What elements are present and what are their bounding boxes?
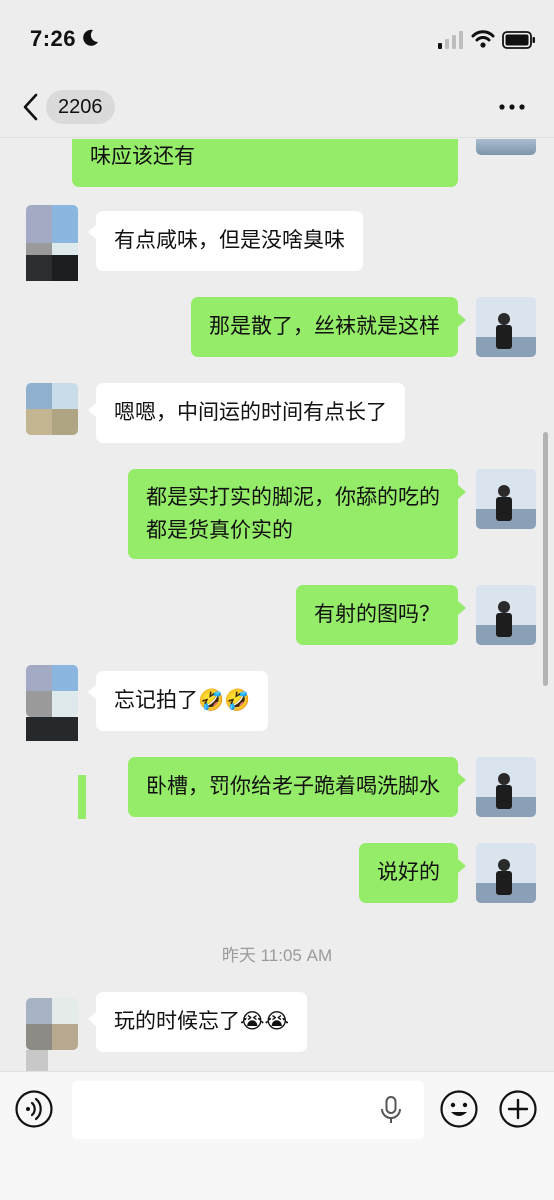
- wifi-icon: [471, 30, 495, 48]
- contact-avatar[interactable]: [26, 665, 78, 717]
- battery-icon: [502, 31, 535, 49]
- message-bubble-outgoing[interactable]: 都是实打实的脚泥，你舔的吃的 都是货真价实的: [128, 469, 458, 559]
- bubble-tail: [88, 225, 96, 239]
- more-dots-icon[interactable]: [498, 102, 526, 112]
- status-time: 7:26: [30, 26, 77, 51]
- my-avatar[interactable]: [476, 585, 536, 645]
- person-photo: [476, 585, 536, 645]
- bubble-tail: [458, 773, 466, 787]
- message-row: 嗯嗯，中间运的时间有点长了: [0, 383, 554, 445]
- emoji-laughing: 🤣🤣: [198, 688, 251, 712]
- person-photo: [476, 843, 536, 903]
- moon-icon: [83, 29, 98, 46]
- bubble-tail: [458, 859, 466, 873]
- chat-timestamp: 昨天 11:05 AM: [221, 946, 333, 965]
- message-row: 忘记拍了🤣🤣: [0, 665, 554, 745]
- bubble-tail: [458, 601, 466, 615]
- message-bubble-incoming[interactable]: 忘记拍了🤣🤣: [96, 671, 269, 731]
- chat-title[interactable]: 2206: [46, 90, 115, 124]
- message-bubble-incoming[interactable]: 嗯嗯，中间运的时间有点长了: [96, 383, 405, 443]
- message-text: 有点咸味，但是没啥臭味: [114, 228, 345, 252]
- emoji-icon[interactable]: [439, 1089, 479, 1129]
- bubble-tail: [458, 485, 466, 499]
- message-text: 说好的: [377, 860, 440, 884]
- microphone-icon[interactable]: [380, 1096, 402, 1124]
- message-text: 玩的时候忘了: [114, 1009, 240, 1033]
- message-text-line: 都是货真价实的: [146, 518, 293, 542]
- message-bubble-outgoing[interactable]: 味应该还有: [72, 139, 458, 187]
- bubble-tail: [88, 1012, 96, 1026]
- contact-avatar[interactable]: [26, 998, 78, 1050]
- message-bubble-incoming[interactable]: 玩的时候忘了😭😭: [96, 992, 308, 1052]
- bubble-tail: [88, 403, 96, 417]
- input-bar: [0, 1071, 554, 1200]
- my-avatar[interactable]: [476, 757, 536, 817]
- message-bubble-outgoing[interactable]: 那是散了，丝袜就是这样: [191, 297, 458, 357]
- message-text-line: 都是实打实的脚泥，你舔的吃的: [146, 485, 440, 509]
- message-text: 味应该还有: [90, 144, 195, 168]
- plus-icon[interactable]: [498, 1089, 538, 1129]
- message-row: 有射的图吗？: [0, 585, 554, 647]
- person-photo: [476, 757, 536, 817]
- message-text: 嗯嗯，中间运的时间有点长了: [114, 400, 387, 424]
- my-avatar[interactable]: [476, 843, 536, 903]
- bubble-tail: [88, 685, 96, 699]
- emoji-crying: 😭😭: [240, 1009, 290, 1033]
- bubble-tail: [458, 313, 466, 327]
- message-row: 玩的时候忘了😭😭: [0, 992, 554, 1071]
- person-photo: [476, 469, 536, 529]
- message-bubble-incoming[interactable]: 有点咸味，但是没啥臭味: [96, 211, 363, 271]
- signal-icon: [438, 31, 463, 49]
- my-avatar[interactable]: [476, 297, 536, 357]
- nav-bar: 2206: [0, 80, 554, 138]
- my-avatar[interactable]: [476, 139, 536, 155]
- message-bubble-outgoing[interactable]: 有射的图吗？: [296, 585, 458, 645]
- message-bubble-outgoing[interactable]: 卧槽，罚你给老子跪着喝洗脚水: [128, 757, 458, 817]
- message-text: 那是散了，丝袜就是这样: [209, 314, 440, 338]
- status-bar: 7:26: [0, 0, 554, 80]
- message-row: 味应该还有: [0, 139, 554, 189]
- message-input[interactable]: [72, 1081, 424, 1139]
- message-text: 忘记拍了: [114, 688, 198, 712]
- my-avatar[interactable]: [476, 469, 536, 529]
- voice-input-icon[interactable]: [14, 1089, 54, 1129]
- person-photo: [476, 297, 536, 357]
- contact-avatar[interactable]: [26, 383, 78, 435]
- message-bubble-outgoing[interactable]: 说好的: [359, 843, 458, 903]
- message-row: 都是实打实的脚泥，你舔的吃的 都是货真价实的: [0, 469, 554, 561]
- chat-message-list[interactable]: 味应该还有 有点咸味，但是没啥臭味 那是散了，丝袜就是这样 嗯嗯，中间运的时间有…: [0, 139, 554, 1071]
- chevron-left-icon[interactable]: [20, 92, 42, 122]
- message-row: 说好的: [0, 843, 554, 905]
- message-row: 有点咸味，但是没啥臭味: [0, 205, 554, 285]
- scrollbar[interactable]: [543, 432, 548, 686]
- message-row: 那是散了，丝袜就是这样: [0, 297, 554, 359]
- message-text: 有射的图吗？: [314, 602, 440, 626]
- message-text: 卧槽，罚你给老子跪着喝洗脚水: [146, 774, 440, 798]
- message-row: 卧槽，罚你给老子跪着喝洗脚水: [0, 757, 554, 819]
